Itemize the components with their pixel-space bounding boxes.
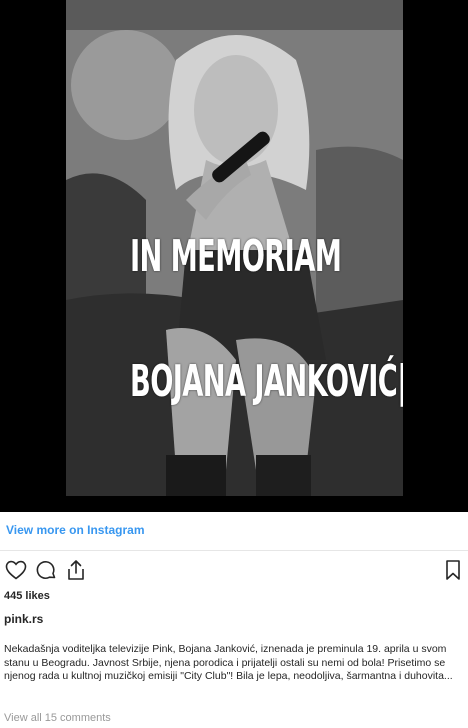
overlay-title: IN MEMORIAM (130, 231, 342, 282)
action-bar (0, 558, 468, 584)
view-comments-link[interactable]: View all 15 comments (4, 712, 111, 724)
post-photo: IN MEMORIAM BOJANA JANKOVIĆ| (66, 0, 403, 496)
post-caption: Nekadašnja voditeljka televizije Pink, B… (4, 643, 453, 682)
likes-count[interactable]: 445 likes (4, 590, 50, 602)
divider (0, 550, 468, 551)
share-icon[interactable] (64, 558, 88, 582)
comment-icon[interactable] (34, 558, 58, 582)
post-username[interactable]: pink.rs (4, 612, 43, 626)
overlay-name: BOJANA JANKOVIĆ| (130, 356, 403, 407)
view-more-link[interactable]: View more on Instagram (6, 523, 145, 537)
bookmark-icon[interactable] (441, 558, 465, 582)
post-media[interactable]: IN MEMORIAM BOJANA JANKOVIĆ| (0, 0, 468, 512)
heart-icon[interactable] (4, 558, 28, 582)
